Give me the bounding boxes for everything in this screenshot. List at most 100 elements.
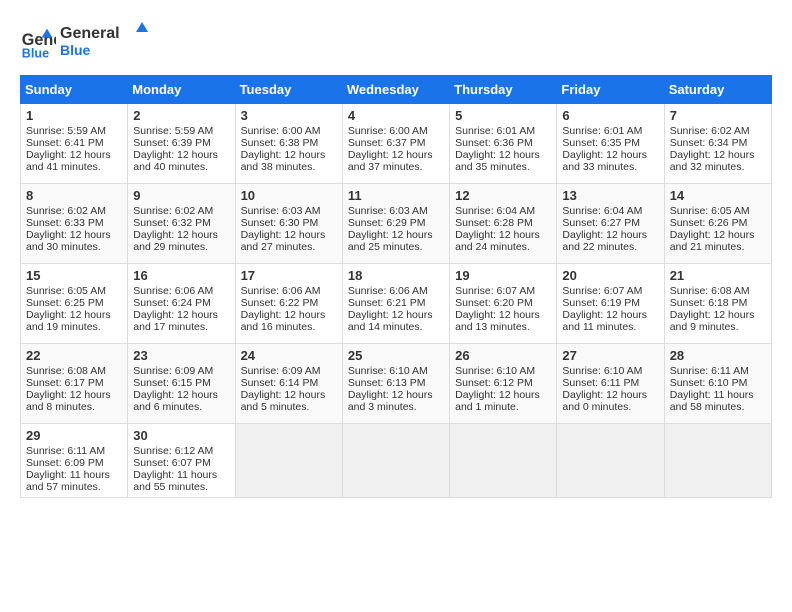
day-number: 27 [562,348,658,363]
day-info: and 13 minutes. [455,321,551,333]
calendar-cell: 15 Sunrise: 6:05 AMSunset: 6:25 PMDayligh… [21,264,128,344]
day-info: Daylight: 11 hours [26,469,122,481]
day-info: Sunset: 6:27 PM [562,217,658,229]
day-info: Sunrise: 6:00 AM [241,125,337,137]
day-info: Sunrise: 6:04 AM [455,205,551,217]
day-info: Sunrise: 5:59 AM [26,125,122,137]
day-info: Sunset: 6:20 PM [455,297,551,309]
day-number: 12 [455,188,551,203]
day-info: Sunset: 6:25 PM [26,297,122,309]
day-info: Daylight: 12 hours [26,229,122,241]
day-info: Daylight: 12 hours [26,309,122,321]
day-info: Daylight: 12 hours [455,229,551,241]
calendar-cell: 16 Sunrise: 6:06 AMSunset: 6:24 PMDayligh… [128,264,235,344]
day-number: 7 [670,108,766,123]
day-info: Daylight: 12 hours [241,309,337,321]
day-number: 15 [26,268,122,283]
day-info: Sunrise: 6:11 AM [670,365,766,377]
day-info: and 5 minutes. [241,401,337,413]
day-info: and 16 minutes. [241,321,337,333]
day-info: and 58 minutes. [670,401,766,413]
day-info: Daylight: 12 hours [348,309,444,321]
day-info: Daylight: 12 hours [670,149,766,161]
calendar-header: SundayMondayTuesdayWednesdayThursdayFrid… [21,76,772,104]
day-info: Sunrise: 6:08 AM [670,285,766,297]
day-number: 21 [670,268,766,283]
logo: General Blue General Blue [20,20,150,65]
day-info: Sunset: 6:24 PM [133,297,229,309]
day-info: Daylight: 12 hours [133,389,229,401]
day-number: 29 [26,428,122,443]
day-info: Sunrise: 6:06 AM [348,285,444,297]
day-info: and 11 minutes. [562,321,658,333]
calendar-cell: 28Sunrise: 6:11 AMSunset: 6:10 PMDayligh… [664,344,771,424]
day-info: Sunset: 6:18 PM [670,297,766,309]
col-thursday: Thursday [450,76,557,104]
day-info: Daylight: 12 hours [670,309,766,321]
calendar-cell: 22Sunrise: 6:08 AMSunset: 6:17 PMDayligh… [21,344,128,424]
day-info: Sunset: 6:15 PM [133,377,229,389]
svg-text:Blue: Blue [60,42,91,58]
day-info: and 29 minutes. [133,241,229,253]
day-info: Sunrise: 6:02 AM [670,125,766,137]
day-info: and 1 minute. [455,401,551,413]
calendar-cell: 14Sunrise: 6:05 AMSunset: 6:26 PMDayligh… [664,184,771,264]
day-info: Sunrise: 6:11 AM [26,445,122,457]
calendar-cell: 10Sunrise: 6:03 AMSunset: 6:30 PMDayligh… [235,184,342,264]
svg-text:General: General [60,25,120,42]
day-info: Sunset: 6:12 PM [455,377,551,389]
calendar-cell: 12Sunrise: 6:04 AMSunset: 6:28 PMDayligh… [450,184,557,264]
day-number: 3 [241,108,337,123]
day-info: Daylight: 11 hours [133,469,229,481]
day-info: Daylight: 12 hours [562,389,658,401]
day-info: Sunrise: 6:04 AM [562,205,658,217]
day-info: Sunset: 6:34 PM [670,137,766,149]
day-number: 14 [670,188,766,203]
day-info: Sunrise: 6:03 AM [241,205,337,217]
day-number: 10 [241,188,337,203]
day-info: Sunset: 6:39 PM [133,137,229,149]
day-info: Sunrise: 6:01 AM [455,125,551,137]
day-info: Sunset: 6:09 PM [26,457,122,469]
calendar-cell: 30Sunrise: 6:12 AMSunset: 6:07 PMDayligh… [128,424,235,498]
day-info: and 55 minutes. [133,481,229,493]
calendar-cell: 7 Sunrise: 6:02 AMSunset: 6:34 PMDaylight… [664,104,771,184]
day-info: Daylight: 12 hours [455,389,551,401]
day-info: Daylight: 12 hours [348,229,444,241]
day-info: Sunset: 6:21 PM [348,297,444,309]
day-info: Sunset: 6:35 PM [562,137,658,149]
day-info: Sunrise: 6:06 AM [241,285,337,297]
day-info: Sunset: 6:30 PM [241,217,337,229]
logo-svg: General Blue [60,20,150,60]
day-info: Sunrise: 5:59 AM [133,125,229,137]
day-number: 25 [348,348,444,363]
day-info: Sunset: 6:37 PM [348,137,444,149]
day-info: Sunset: 6:33 PM [26,217,122,229]
day-info: Sunrise: 6:05 AM [26,285,122,297]
day-info: Sunrise: 6:10 AM [455,365,551,377]
day-number: 18 [348,268,444,283]
day-info: Daylight: 12 hours [241,149,337,161]
day-info: Sunset: 6:41 PM [26,137,122,149]
logo-icon: General Blue [20,25,56,61]
day-info: Daylight: 12 hours [562,149,658,161]
day-info: Sunset: 6:32 PM [133,217,229,229]
day-number: 2 [133,108,229,123]
day-info: Sunset: 6:22 PM [241,297,337,309]
day-info: Sunrise: 6:07 AM [455,285,551,297]
day-info: Daylight: 12 hours [26,149,122,161]
day-number: 16 [133,268,229,283]
day-info: and 19 minutes. [26,321,122,333]
day-info: and 25 minutes. [348,241,444,253]
day-info: Sunrise: 6:06 AM [133,285,229,297]
day-info: Daylight: 12 hours [133,309,229,321]
day-info: and 17 minutes. [133,321,229,333]
day-info: Sunset: 6:29 PM [348,217,444,229]
day-info: Sunset: 6:26 PM [670,217,766,229]
day-info: Daylight: 12 hours [348,149,444,161]
day-number: 23 [133,348,229,363]
day-info: and 22 minutes. [562,241,658,253]
day-info: Sunset: 6:36 PM [455,137,551,149]
day-info: and 30 minutes. [26,241,122,253]
day-info: Sunset: 6:14 PM [241,377,337,389]
